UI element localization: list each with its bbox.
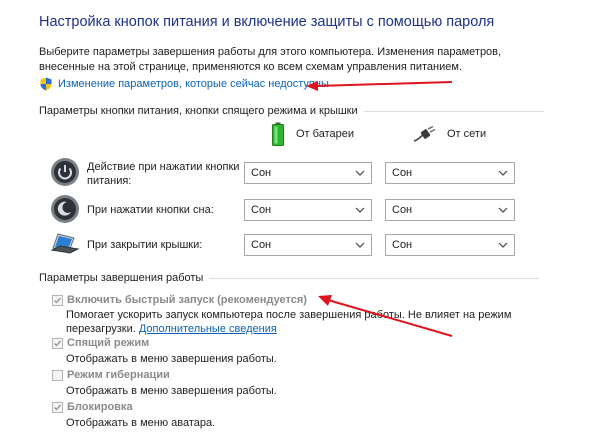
battery-column-header: От батареи (272, 122, 354, 146)
chevron-down-icon (355, 242, 365, 248)
power-buttons-section-header: Параметры кнопки питания, кнопки спящего… (39, 105, 544, 117)
page-description: Выберите параметры завершения работы для… (39, 46, 502, 73)
sleep-button-icon (51, 195, 79, 223)
fast-startup-label: Включить быстрый запуск (рекомендуется) (67, 294, 307, 306)
sleep-description: Отображать в меню завершения работы. (66, 353, 277, 365)
hibernate-checkbox[interactable] (52, 369, 63, 381)
sleep-button-label: При нажатии кнопки сна: (87, 204, 214, 216)
lock-description: Отображать в меню аватара. (66, 417, 216, 429)
battery-icon (272, 122, 284, 146)
power-button-row-label: Действие при нажатии кнопки питания: (87, 160, 239, 188)
fast-startup-option: Включить быстрый запуск (рекомендуется) (52, 294, 307, 306)
chevron-down-icon (498, 242, 508, 248)
sleep-button-row-label: При нажатии кнопки сна: (87, 203, 214, 217)
checkmark-icon (54, 340, 62, 347)
select-value: Сон (392, 204, 413, 216)
power-button-battery-select[interactable]: Сон (244, 162, 372, 184)
fast-startup-desc-line2: перезагрузки. (66, 323, 136, 335)
lid-close-battery-select[interactable]: Сон (244, 234, 372, 256)
chevron-down-icon (498, 170, 508, 176)
ac-column-label: От сети (447, 128, 487, 140)
select-value: Сон (251, 239, 272, 251)
chevron-down-icon (498, 207, 508, 213)
checkmark-icon (54, 297, 62, 304)
laptop-lid-icon (50, 233, 80, 254)
battery-column-label: От батареи (296, 128, 354, 140)
more-info-link[interactable]: Дополнительные сведения (139, 323, 277, 335)
select-value: Сон (392, 167, 413, 179)
sleep-checkbox[interactable] (52, 337, 63, 349)
annotation-arrow (306, 81, 453, 91)
chevron-down-icon (355, 207, 365, 213)
lid-close-row-label: При закрытии крышки: (87, 238, 202, 252)
change-link-label: Изменение параметров, которые сейчас нед… (58, 78, 329, 90)
shutdown-section-title: Параметры завершения работы (39, 272, 204, 284)
section-divider (209, 277, 540, 279)
select-value: Сон (251, 167, 272, 179)
power-button-ac-select[interactable]: Сон (385, 162, 515, 184)
power-plug-icon (413, 126, 435, 142)
hibernate-label: Режим гибернации (67, 369, 170, 381)
select-value: Сон (251, 204, 272, 216)
page-title: Настройка кнопок питания и включение защ… (39, 14, 495, 30)
power-button-label-line2: питания: (87, 175, 132, 187)
lock-checkbox[interactable] (52, 401, 63, 413)
shutdown-section-header: Параметры завершения работы (39, 272, 540, 284)
select-value: Сон (392, 239, 413, 251)
fast-startup-checkbox[interactable] (52, 294, 63, 306)
power-button-label-line1: Действие при нажатии кнопки (87, 161, 240, 173)
section-divider (363, 110, 544, 112)
lock-option: Блокировка (52, 401, 133, 413)
hibernate-description: Отображать в меню завершения работы. (66, 385, 277, 397)
sleep-button-battery-select[interactable]: Сон (244, 199, 372, 221)
power-button-icon (51, 158, 79, 186)
sleep-option: Спящий режим (52, 337, 149, 349)
lid-close-ac-select[interactable]: Сон (385, 234, 515, 256)
checkmark-icon (54, 404, 62, 411)
change-unavailable-settings-link[interactable]: Изменение параметров, которые сейчас нед… (39, 77, 329, 91)
ac-column-header: От сети (413, 126, 486, 142)
sleep-label: Спящий режим (67, 337, 150, 349)
lid-close-label: При закрытии крышки: (87, 239, 203, 251)
sleep-button-ac-select[interactable]: Сон (385, 199, 515, 221)
lock-label: Блокировка (67, 401, 133, 413)
hibernate-option: Режим гибернации (52, 369, 170, 381)
uac-shield-icon (40, 77, 52, 91)
annotation-arrow (318, 295, 453, 337)
chevron-down-icon (355, 170, 365, 176)
power-buttons-section-title: Параметры кнопки питания, кнопки спящего… (39, 105, 358, 117)
